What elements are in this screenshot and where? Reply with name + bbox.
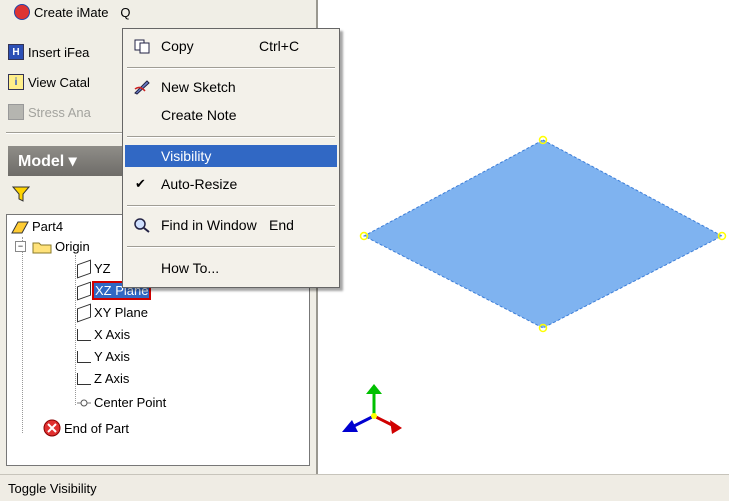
magnifier-icon [134, 218, 150, 233]
menu-item-label: How To... [161, 260, 220, 276]
ifeature-icon: H [8, 44, 24, 60]
end-of-part-icon [43, 419, 61, 437]
imate-icon [14, 4, 30, 20]
tree-item-xy-plane[interactable]: XY Plane [77, 302, 148, 323]
stress-analysis-label: Stress Ana [28, 104, 91, 120]
view-catalog-label: View Catal [28, 74, 90, 90]
tree-item-center-point[interactable]: Center Point [77, 395, 166, 410]
stress-analysis-icon [8, 104, 24, 120]
tree-item-x-axis[interactable]: X Axis [77, 327, 130, 342]
menu-item-how-to[interactable]: How To... [125, 257, 337, 279]
view-catalog-button[interactable]: i View Catal [8, 70, 90, 94]
menu-item-copy[interactable]: Copy Ctrl+C [125, 35, 337, 57]
menu-separator [127, 205, 335, 207]
plane-icon [77, 258, 91, 279]
new-sketch-icon [134, 80, 150, 95]
plane-icon [77, 280, 91, 301]
tree-item-label: Y Axis [94, 349, 130, 364]
menu-item-new-sketch[interactable]: New Sketch [125, 76, 337, 98]
menu-item-shortcut: Ctrl+C [259, 38, 300, 54]
checkmark-icon: ✔ [135, 176, 146, 191]
stress-analysis-button[interactable]: Stress Ana [8, 100, 91, 124]
create-imate-shortcut: Q [120, 4, 131, 20]
plane-icon [77, 302, 91, 323]
chevron-down-icon: ▾ [68, 153, 77, 170]
tree-item-label: YZ [94, 261, 111, 276]
menu-separator [127, 246, 335, 248]
menu-item-label: Copy [161, 38, 194, 54]
status-text: Toggle Visibility [8, 481, 97, 496]
view-triad-icon[interactable] [330, 380, 410, 450]
xz-plane-graphic[interactable] [330, 110, 729, 334]
menu-item-shortcut: End [269, 217, 294, 233]
catalog-icon: i [8, 74, 24, 90]
model-label-wrap: Model ▾ [18, 151, 77, 171]
tree-item-z-axis[interactable]: Z Axis [77, 371, 129, 386]
axis-icon [77, 350, 91, 363]
model-label: Model [18, 153, 65, 170]
tree-connector [22, 237, 23, 433]
insert-ifeature-label: Insert iFea [28, 44, 90, 60]
tree-item-label: X Axis [94, 327, 131, 342]
menu-item-label: Auto-Resize [161, 176, 238, 192]
tree-item-label: End of Part [64, 420, 130, 436]
part-icon [11, 221, 29, 233]
tree-connector [75, 255, 76, 405]
axis-icon [77, 372, 91, 385]
tree-item-y-axis[interactable]: Y Axis [77, 349, 130, 364]
menu-item-label: Find in Window [161, 217, 257, 233]
status-bar: Toggle Visibility [0, 474, 729, 501]
menu-item-label: New Sketch [161, 79, 236, 95]
insert-ifeature-button[interactable]: H Insert iFea [8, 40, 89, 64]
menu-item-create-note[interactable]: Create Note [125, 104, 337, 126]
menu-item-visibility[interactable]: Visibility [125, 145, 337, 167]
tree-item-label: Part4 [32, 219, 64, 234]
tree-item-end-of-part[interactable]: End of Part [43, 419, 129, 437]
menu-item-auto-resize[interactable]: ✔ Auto-Resize [125, 173, 337, 195]
create-imate-label: Create iMate [34, 4, 109, 20]
center-point-icon [77, 399, 91, 406]
tree-item-yz-plane[interactable]: YZ [77, 258, 111, 279]
folder-icon [32, 242, 52, 253]
tree-item-origin[interactable]: − Origin [15, 239, 90, 254]
menu-item-label: Visibility [161, 148, 212, 164]
context-menu: Copy Ctrl+C New Sketch Create Note Visib… [122, 28, 340, 288]
menu-item-label: Create Note [161, 107, 237, 123]
tree-item-label: XY Plane [94, 305, 148, 320]
tree-item-label: Center Point [94, 395, 167, 410]
menu-separator [127, 67, 335, 69]
menu-item-find-in-window[interactable]: Find in Window End [125, 214, 337, 236]
tree-item-part[interactable]: Part4 [11, 219, 63, 234]
axis-icon [77, 328, 91, 341]
tree-item-label: Z Axis [94, 371, 130, 386]
create-imate-button[interactable]: Create iMate Q [14, 0, 131, 24]
collapse-toggle-icon[interactable]: − [15, 241, 26, 252]
filter-icon[interactable] [11, 186, 31, 205]
copy-icon [134, 39, 150, 54]
tree-item-label: Origin [55, 239, 90, 254]
menu-separator [127, 136, 335, 138]
